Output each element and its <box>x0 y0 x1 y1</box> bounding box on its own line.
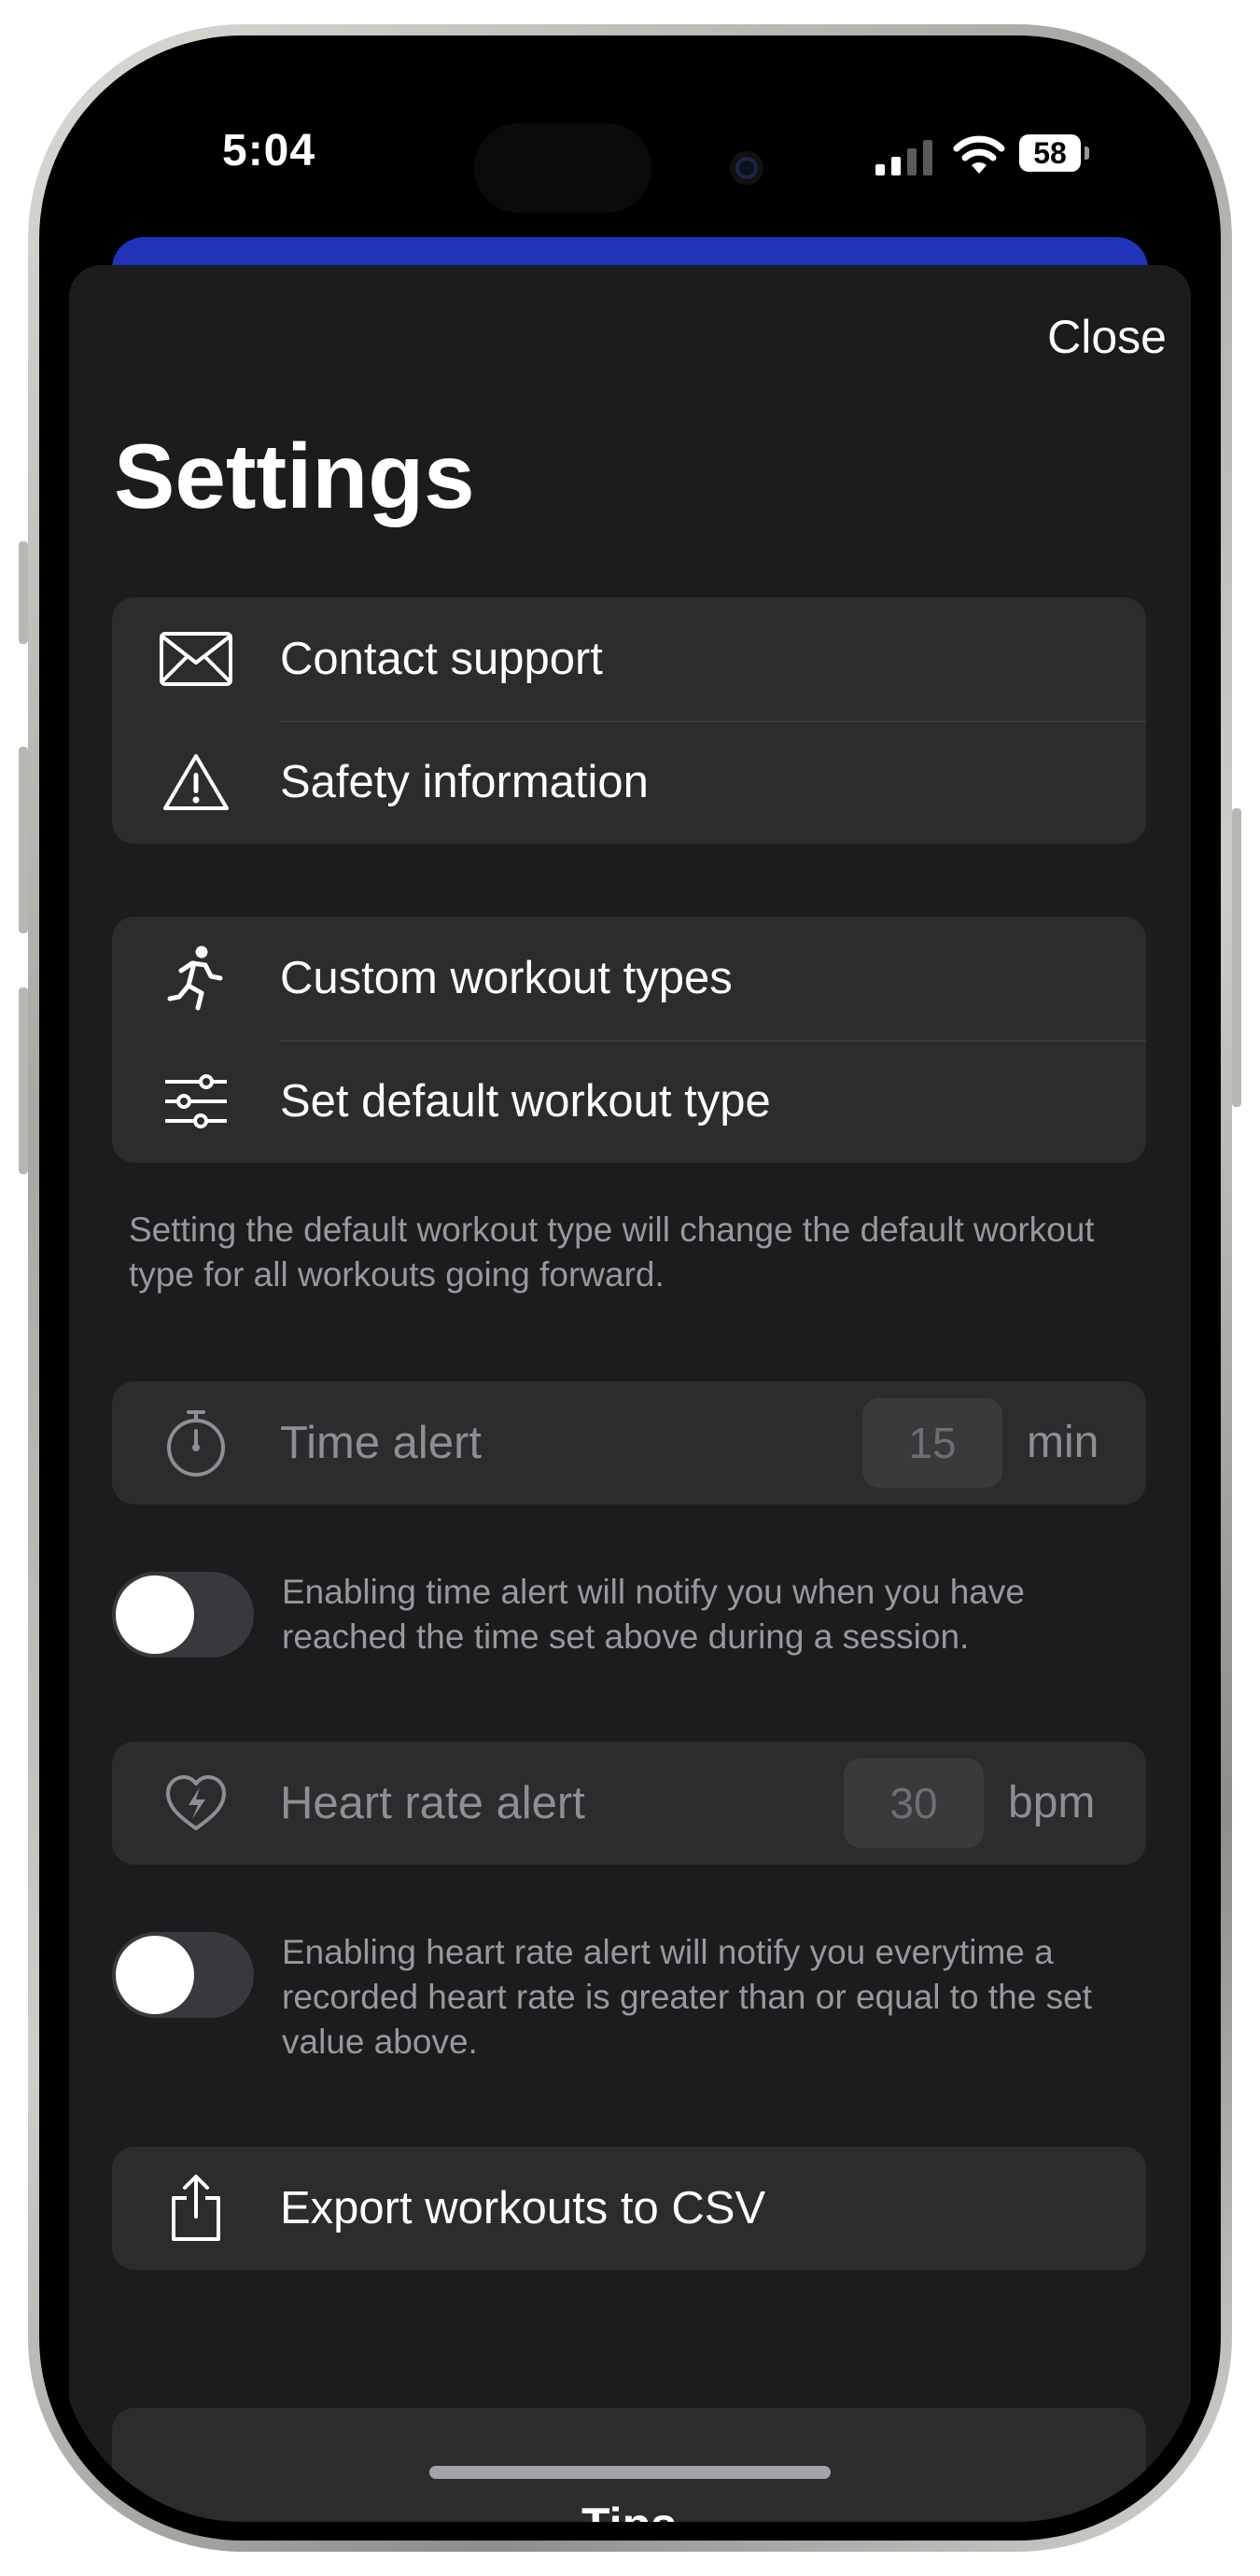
contact-support-label: Contact support <box>280 634 603 684</box>
export-group: Export workouts to CSV <box>112 2147 1146 2270</box>
tips-card[interactable]: Tips <box>112 2408 1146 2522</box>
time-alert-group: Time alert 15 min <box>112 1381 1146 1505</box>
row-divider <box>280 1040 1146 1042</box>
close-button[interactable]: Close <box>1047 310 1167 364</box>
cellular-signal-icon <box>875 140 932 175</box>
page-title: Settings <box>114 425 475 527</box>
volume-up-button <box>19 747 28 933</box>
wifi-icon <box>953 135 1005 174</box>
warning-triangle-icon <box>112 721 280 844</box>
time-alert-value-input[interactable]: 15 <box>862 1398 1002 1488</box>
toggle-knob <box>116 1936 194 2014</box>
share-icon <box>112 2147 280 2270</box>
export-csv-label: Export workouts to CSV <box>280 2183 766 2233</box>
envelope-icon <box>112 597 280 721</box>
dynamic-island <box>474 123 651 213</box>
time-alert-row: Time alert 15 min <box>112 1381 1146 1505</box>
battery-indicator: 58 <box>1019 134 1081 172</box>
safety-information-label: Safety information <box>280 757 649 807</box>
stopwatch-icon <box>112 1381 280 1505</box>
workout-group: Custom workout types Set default workout… <box>112 917 1146 1163</box>
custom-workout-types-row[interactable]: Custom workout types <box>112 917 1146 1040</box>
tips-label: Tips <box>112 2498 1146 2522</box>
time-alert-label: Time alert <box>280 1418 483 1468</box>
home-indicator[interactable] <box>429 2466 831 2479</box>
power-button <box>1232 808 1241 1107</box>
heart-rate-alert-row: Heart rate alert 30 bpm <box>112 1742 1146 1865</box>
default-workout-type-label: Set default workout type <box>280 1076 771 1127</box>
heart-rate-alert-label: Heart rate alert <box>280 1778 585 1828</box>
heart-rate-unit: bpm <box>1008 1778 1096 1827</box>
custom-workout-types-label: Custom workout types <box>280 953 733 1003</box>
action-button <box>19 541 28 644</box>
heart-rate-alert-group: Heart rate alert 30 bpm <box>112 1742 1146 1865</box>
front-camera <box>730 151 763 185</box>
volume-down-button <box>19 987 28 1174</box>
toggle-knob <box>116 1575 194 1654</box>
battery-cap <box>1085 147 1089 160</box>
time-alert-footnote: Enabling time alert will notify you when… <box>282 1573 1025 1656</box>
sliders-icon <box>112 1040 280 1163</box>
screen: 5:04 58 Close Settings Contact support S… <box>58 54 1202 2522</box>
default-workout-type-row[interactable]: Set default workout type <box>112 1040 1146 1163</box>
contact-support-row[interactable]: Contact support <box>112 597 1146 721</box>
status-time: 5:04 <box>222 126 316 175</box>
running-figure-icon <box>112 917 280 1040</box>
time-alert-toggle[interactable] <box>112 1572 254 1658</box>
status-bar: 5:04 58 <box>58 54 1202 241</box>
safety-information-row[interactable]: Safety information <box>112 721 1146 844</box>
settings-sheet: Close Settings Contact support Safety in… <box>69 265 1191 2522</box>
heart-rate-alert-footnote: Enabling heart rate alert will notify yo… <box>282 1933 1092 2061</box>
heart-rate-value-input[interactable]: 30 <box>844 1758 984 1848</box>
time-alert-unit: min <box>1027 1418 1099 1467</box>
heart-bolt-icon <box>112 1742 280 1865</box>
workout-type-footnote: Setting the default workout type will ch… <box>129 1211 1095 1294</box>
export-csv-row[interactable]: Export workouts to CSV <box>112 2147 1146 2270</box>
heart-rate-alert-toggle[interactable] <box>112 1932 254 2018</box>
row-divider <box>280 721 1146 722</box>
support-group: Contact support Safety information <box>112 597 1146 844</box>
